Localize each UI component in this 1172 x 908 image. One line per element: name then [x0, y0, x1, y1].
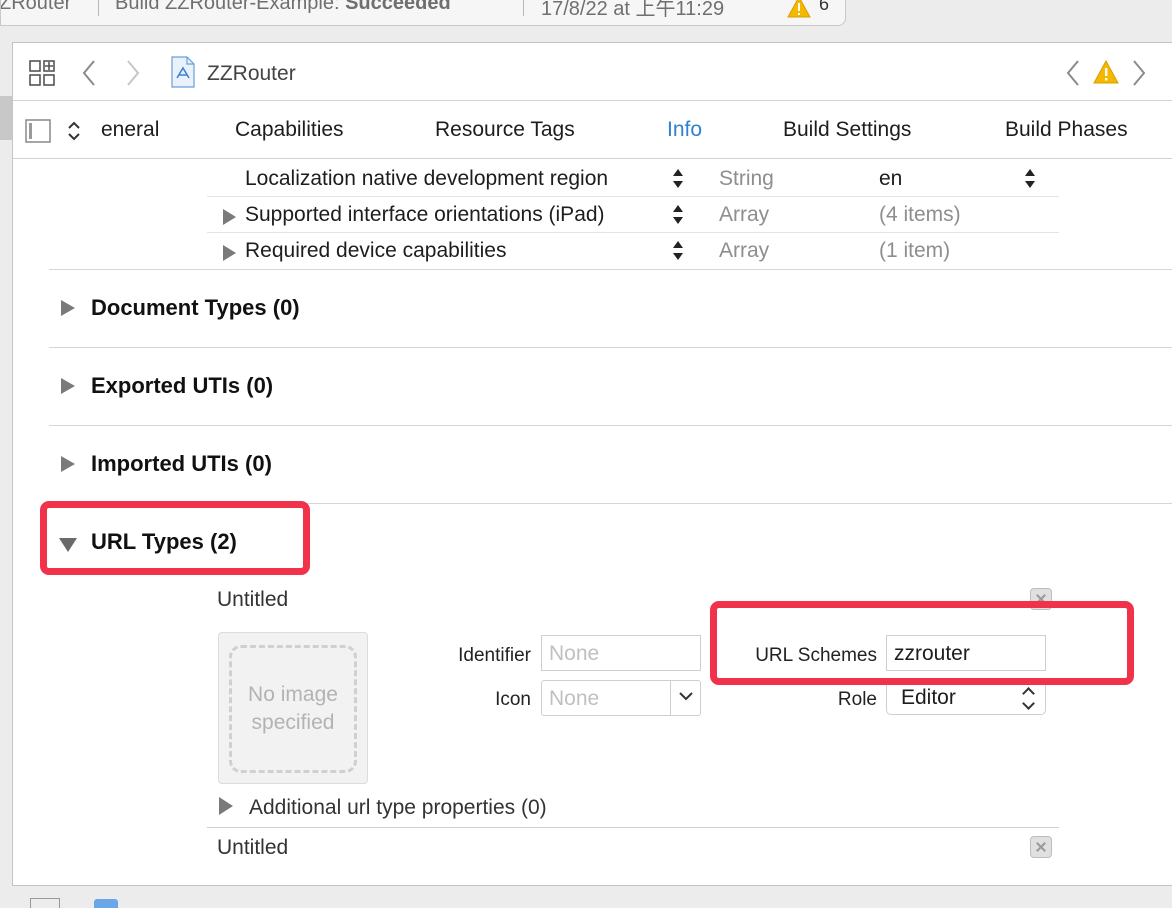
- navigator-edge: [0, 96, 12, 140]
- plist-type[interactable]: Array: [719, 239, 769, 263]
- activity-separator: [98, 0, 99, 16]
- icon-combo-field[interactable]: None: [541, 680, 701, 716]
- jump-bar-title[interactable]: ZZRouter: [207, 62, 296, 86]
- role-value: Editor: [901, 686, 956, 709]
- plist-value[interactable]: en: [879, 167, 902, 191]
- plist-value: (1 item): [879, 239, 951, 262]
- icon-placeholder: None: [549, 687, 600, 710]
- warning-icon[interactable]: [787, 0, 811, 24]
- build-status-text: Build ZZRouter-Example: Succeeded: [115, 0, 451, 15]
- key-stepper-icon[interactable]: [671, 239, 685, 263]
- key-stepper-icon[interactable]: [671, 203, 685, 227]
- target-selector-icon[interactable]: [67, 120, 81, 147]
- issue-warning-icon[interactable]: [1093, 59, 1119, 89]
- chevron-down-icon[interactable]: [670, 680, 700, 716]
- disclosure-triangle-icon[interactable]: [223, 209, 236, 225]
- activity-viewer: ZRouter Build ZZRouter-Example: Succeede…: [0, 0, 846, 26]
- plist-row[interactable]: Supported interface orientations (iPad) …: [207, 197, 1059, 233]
- section-exported-utis[interactable]: Exported UTIs (0): [49, 347, 1172, 425]
- disclosure-triangle-icon[interactable]: [219, 797, 233, 815]
- icon-label: Icon: [495, 689, 531, 710]
- next-issue-icon[interactable]: [1131, 59, 1147, 92]
- value-stepper-icon[interactable]: [1023, 167, 1037, 191]
- tab-build-phases[interactable]: Build Phases: [1005, 118, 1128, 142]
- folder-icon[interactable]: [94, 899, 118, 908]
- remove-url-type-icon[interactable]: [1030, 836, 1052, 858]
- sidebar-toggle-icon[interactable]: [25, 119, 51, 148]
- tab-build-settings[interactable]: Build Settings: [783, 118, 911, 142]
- tab-capabilities[interactable]: Capabilities: [235, 118, 344, 142]
- key-stepper-icon[interactable]: [671, 167, 685, 191]
- section-title[interactable]: Imported UTIs (0): [91, 451, 272, 477]
- disclosure-triangle-icon[interactable]: [223, 245, 236, 261]
- up-down-arrows-icon: [1023, 688, 1037, 710]
- build-status: Succeeded: [345, 0, 451, 14]
- editor-tab-bar: eneral Capabilities Resource Tags Info B…: [13, 101, 1172, 159]
- tab-general[interactable]: eneral: [101, 118, 159, 142]
- scheme-name: ZRouter: [0, 0, 72, 14]
- url-type-name[interactable]: Untitled: [217, 588, 288, 612]
- section-imported-utis[interactable]: Imported UTIs (0): [49, 425, 1172, 503]
- warning-count: 6: [819, 0, 830, 14]
- build-label: Build ZZRouter-Example:: [115, 0, 346, 14]
- role-popup[interactable]: Editor: [886, 681, 1046, 715]
- project-file-icon: [171, 56, 195, 93]
- plist-type[interactable]: String: [719, 167, 774, 191]
- custom-target-properties: Localization native development region S…: [207, 161, 1059, 269]
- previous-issue-icon[interactable]: [1065, 59, 1081, 92]
- filter-icon[interactable]: [30, 898, 60, 908]
- jump-bar: ZZRouter: [13, 43, 1172, 101]
- annotation-highlight: [710, 601, 1134, 685]
- plist-key: Supported interface orientations (iPad): [245, 203, 605, 226]
- section-title[interactable]: Document Types (0): [91, 295, 300, 321]
- plist-value: (4 items): [879, 203, 961, 226]
- identifier-field[interactable]: None: [541, 635, 701, 671]
- plist-key: Required device capabilities: [245, 239, 507, 262]
- disclosure-triangle-icon[interactable]: [61, 300, 75, 316]
- section-document-types[interactable]: Document Types (0): [49, 269, 1172, 347]
- tab-resource-tags[interactable]: Resource Tags: [435, 118, 575, 142]
- bottom-bar: [0, 886, 1172, 908]
- build-timestamp: 17/8/22 at 上午11:29: [541, 0, 725, 20]
- disclosure-triangle-icon[interactable]: [61, 456, 75, 472]
- forward-chevron-icon[interactable]: [125, 59, 141, 92]
- role-label: Role: [837, 689, 877, 710]
- related-items-icon[interactable]: [29, 60, 55, 91]
- section-title[interactable]: Exported UTIs (0): [91, 373, 273, 399]
- divider: [207, 827, 1059, 828]
- url-type-image-well[interactable]: No image specified: [218, 632, 368, 784]
- tab-info[interactable]: Info: [667, 118, 702, 142]
- project-editor: ZZRouter eneral Capabilities Resource Ta…: [12, 42, 1172, 886]
- back-chevron-icon[interactable]: [81, 59, 97, 92]
- disclosure-triangle-icon[interactable]: [61, 378, 75, 394]
- image-placeholder: No image specified: [229, 645, 357, 773]
- plist-row[interactable]: Required device capabilities Array (1 it…: [207, 233, 1059, 269]
- identifier-label: Identifier: [458, 645, 531, 666]
- additional-properties[interactable]: Additional url type properties (0): [249, 796, 547, 820]
- activity-separator: [523, 0, 524, 16]
- url-type-name[interactable]: Untitled: [217, 836, 288, 860]
- plist-key: Localization native development region: [245, 167, 609, 190]
- plist-type[interactable]: Array: [719, 203, 769, 227]
- plist-row[interactable]: Localization native development region S…: [207, 161, 1059, 197]
- annotation-highlight: [40, 501, 310, 575]
